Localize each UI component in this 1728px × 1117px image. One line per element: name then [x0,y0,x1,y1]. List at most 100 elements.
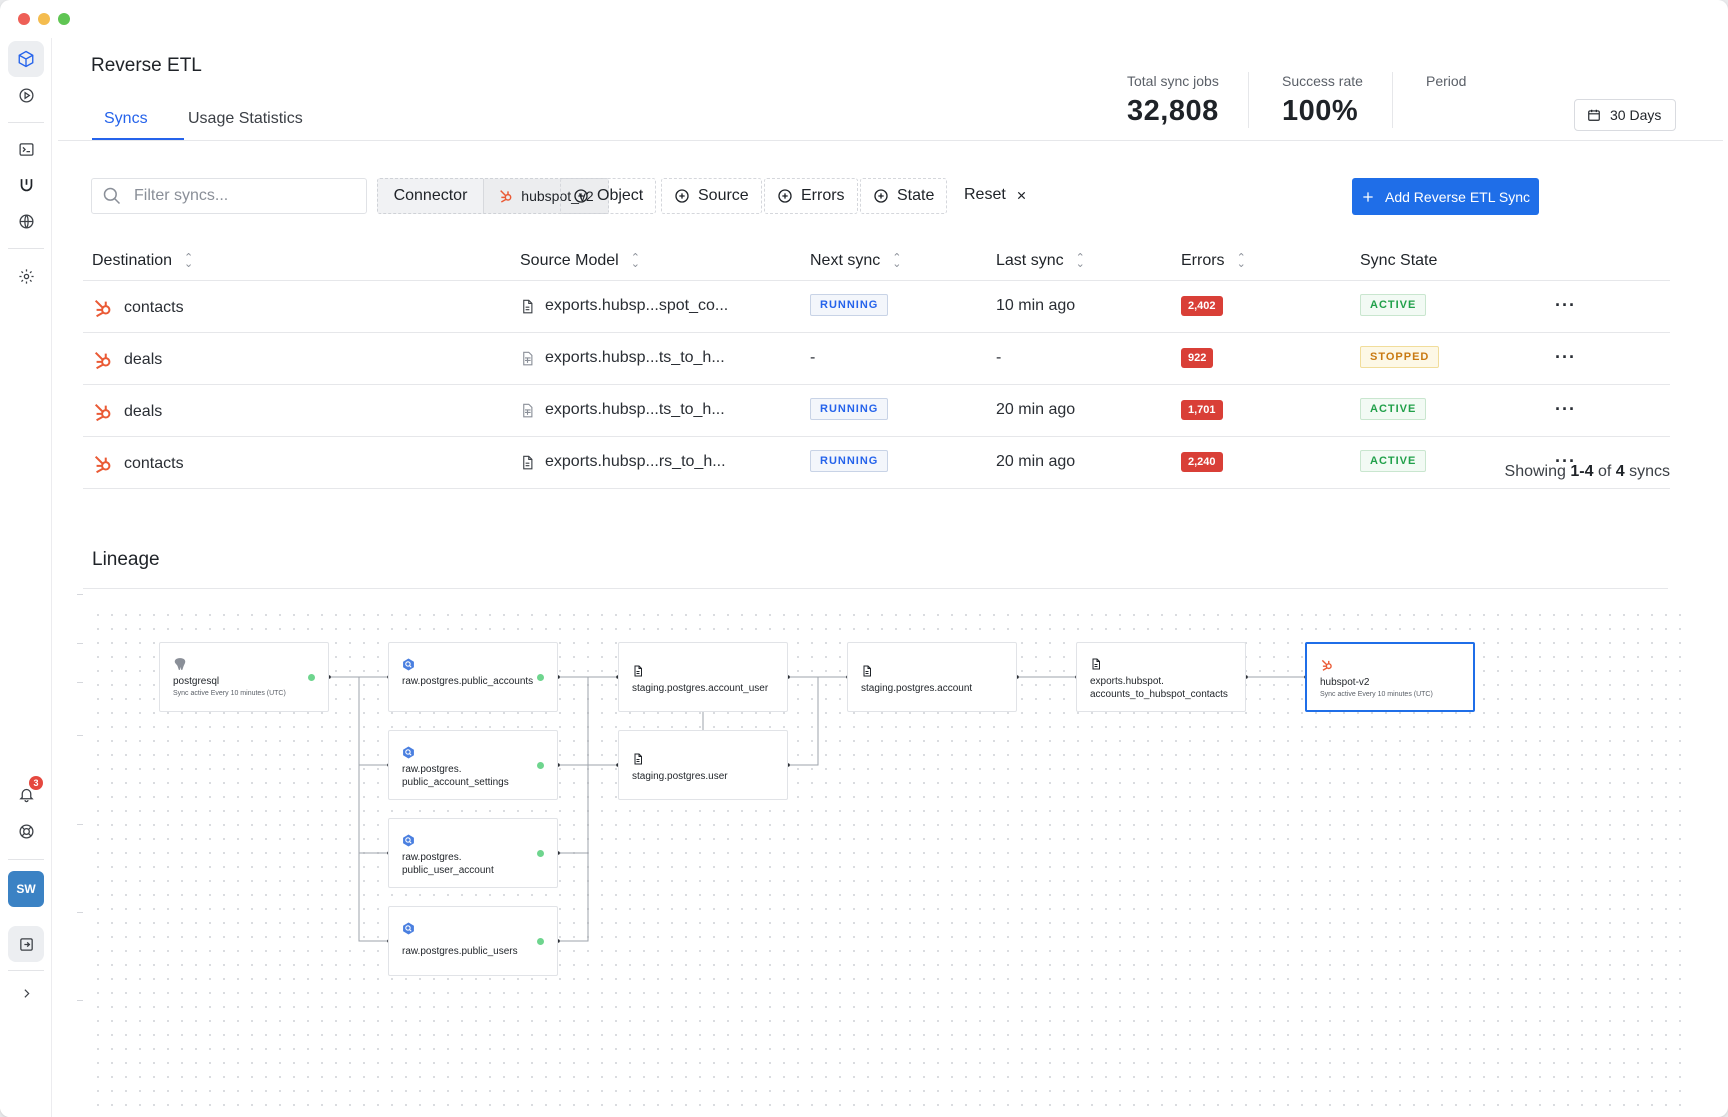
destination-cell: contacts [92,297,184,319]
lineage-canvas[interactable]: postgresql Sync active Every 10 minutes … [91,608,1681,1113]
source-model-cell[interactable]: exports.hubsp...ts_to_h... [520,401,725,419]
state-filter[interactable]: State [860,178,948,214]
table-row[interactable]: deals exports.hubsp...ts_to_h... - - 922… [83,333,1670,385]
hubspot-icon [94,403,111,422]
avatar[interactable]: SW [8,871,44,907]
add-reverse-etl-sync-button[interactable]: Add Reverse ETL Sync [1352,178,1539,215]
status-badge: ACTIVE [1360,294,1427,316]
lineage-node-staging-user[interactable]: staging.postgres.user [618,730,788,800]
search-input[interactable]: Filter syncs... [91,178,367,214]
lineage-node-raw-public-user-account[interactable]: raw.postgres. public_user_account [388,818,558,888]
lifebuoy-icon [18,823,34,839]
plus-icon [1363,191,1373,202]
bigquery-icon [403,834,414,846]
sidebar-item-runs[interactable] [8,77,44,113]
file-icon [863,665,871,677]
notification-badge: 3 [29,776,43,790]
column-source-model[interactable]: Source Model ⌃ ⌄ [520,252,640,270]
table-file-icon [523,351,533,365]
lineage-node-staging-account-user[interactable]: staging.postgres.account_user [618,642,788,712]
source-model-cell[interactable]: exports.hubsp...spot_co... [520,297,728,315]
row-menu-button[interactable]: ··· [1555,295,1576,316]
row-menu-button[interactable]: ··· [1555,347,1576,368]
lineage-node-exports-hubspot-contacts[interactable]: exports.hubspot. accounts_to_hubspot_cont… [1076,642,1246,712]
source-filter[interactable]: Source [661,178,762,214]
bigquery-icon [403,746,414,758]
maximize-window-button[interactable] [58,13,70,25]
destination-cell: deals [92,349,162,371]
sort-icon: ⌃ ⌄ [184,252,194,270]
next-sync-badge: RUNNING [810,294,889,316]
hubspot-icon [94,299,111,318]
last-sync-cell: 10 min ago [996,297,1076,314]
status-dot [308,674,315,681]
plus-circle-icon [675,189,689,203]
sidebar-item-notifications[interactable]: 3 [8,776,44,812]
sign-out-icon [19,937,33,951]
table-row[interactable]: contacts exports.hubsp...spot_co... RUNN… [83,281,1670,333]
status-dot [537,850,544,857]
sort-icon: ⌃ ⌄ [1236,252,1246,270]
terminal-icon [18,142,34,156]
destination-cell: contacts [92,453,184,475]
bigquery-icon [403,922,414,934]
lineage-node-staging-account[interactable]: staging.postgres.account [847,642,1017,712]
sidebar-item-help[interactable] [8,813,44,849]
close-window-button[interactable] [18,13,30,25]
globe-icon [18,213,34,229]
pagination-summary: Showing 1-4 of 4 syncs [1504,463,1670,480]
sidebar-item-models[interactable] [8,41,44,77]
column-next-sync[interactable]: Next sync ⌃ ⌄ [810,252,901,270]
error-count-badge[interactable]: 922 [1181,348,1214,368]
tab-usage-statistics[interactable]: Usage Statistics [188,110,303,142]
lineage-node-postgresql[interactable]: postgresql Sync active Every 10 minutes … [159,642,329,712]
last-sync-cell: 20 min ago [996,401,1076,418]
chevron-right-icon [23,988,30,998]
errors-filter[interactable]: Errors [764,178,858,214]
calendar-icon [1588,109,1600,121]
column-destination[interactable]: Destination ⌃ ⌄ [92,252,193,270]
status-dot [537,674,544,681]
status-badge: ACTIVE [1360,398,1427,420]
sidebar-item-terminal[interactable] [8,131,44,167]
source-model-cell[interactable]: exports.hubsp...ts_to_h... [520,349,725,367]
sidebar-item-settings[interactable] [8,258,44,294]
row-menu-button[interactable]: ··· [1555,399,1576,420]
error-count-badge[interactable]: 2,402 [1181,296,1223,316]
error-count-badge[interactable]: 1,701 [1181,400,1223,420]
lineage-node-raw-public-account-settings[interactable]: raw.postgres. public_account_settings [388,730,558,800]
sort-icon: ⌃ ⌄ [892,252,902,270]
sidebar-item-integrations[interactable] [8,167,44,203]
gear-icon [18,268,34,284]
file-icon [634,753,642,765]
sidebar-expand-button[interactable] [8,975,44,1011]
hubspot-icon [500,190,512,203]
column-errors[interactable]: Errors ⌃ ⌄ [1181,252,1246,270]
stat-total-sync-jobs: Total sync jobs 32,808 [1127,73,1219,127]
close-icon [1017,191,1025,199]
plus-circle-icon [778,189,792,203]
status-dot [537,938,544,945]
file-icon [1092,658,1100,670]
lineage-node-raw-public-users[interactable]: raw.postgres.public_users [388,906,558,976]
next-sync-badge: RUNNING [810,450,889,472]
table-row[interactable]: deals exports.hubsp...ts_to_h... RUNNING… [83,385,1670,437]
minimize-window-button[interactable] [38,13,50,25]
source-model-cell[interactable]: exports.hubsp...rs_to_h... [520,453,726,471]
plus-circle-icon [874,189,888,203]
error-count-badge[interactable]: 2,240 [1181,452,1223,472]
syncs-table: Destination ⌃ ⌄ Source Model ⌃ ⌄ Next sync ⌃ ⌄… [83,241,1670,489]
destination-cell: deals [92,401,162,423]
lineage-node-raw-public-accounts[interactable]: raw.postgres.public_accounts [388,642,558,712]
sidebar-item-network[interactable] [8,203,44,239]
status-dot [537,762,544,769]
object-filter[interactable]: Object [560,178,657,214]
reset-filters-button[interactable]: Reset [964,186,1027,204]
sidebar: 3 SW [0,38,52,1117]
sidebar-item-logout[interactable] [8,926,44,962]
period-selector[interactable]: 30 Days [1574,99,1676,131]
lineage-node-hubspot-v2[interactable]: hubspot-v2 Sync active Every 10 minutes … [1305,642,1475,712]
app-window: 3 SW Reverse ETL Syncs Usage Statistics … [0,0,1728,1117]
column-last-sync[interactable]: Last sync ⌃ ⌄ [996,252,1085,270]
last-sync-cell: 20 min ago [996,453,1076,470]
